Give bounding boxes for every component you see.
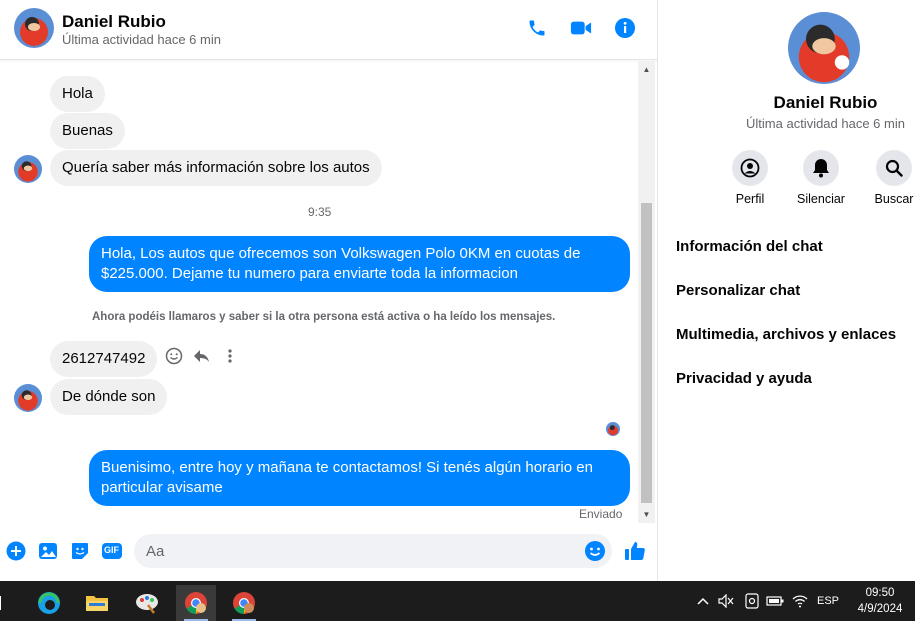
bell-icon [803,150,839,186]
thumbs-up-icon[interactable] [623,539,647,563]
message-bubble[interactable]: 2612747492 [50,341,158,377]
battery-icon[interactable] [766,589,784,613]
meet-now-icon[interactable] [743,589,761,613]
info-contact-name: Daniel Rubio [773,93,878,112]
edge-browser-icon[interactable] [29,585,69,621]
chat-info-link[interactable]: Información del chat [676,238,823,255]
gif-label: GIF [104,545,119,555]
scrollbar[interactable]: ▲ ▼ [638,61,655,523]
clock-time: 09:50 [865,587,895,599]
contact-avatar[interactable] [14,8,54,48]
search-icon [876,150,912,186]
privacy-help-link[interactable]: Privacidad y ayuda [676,370,812,387]
clock-date: 4/9/2024 [857,603,903,615]
conversation-info-panel: Daniel Rubio Última actividad hace 6 min… [657,0,915,581]
scroll-up-button[interactable]: ▲ [638,61,655,78]
profile-label: Perfil [735,192,765,206]
search-button[interactable]: Buscar [859,150,915,206]
clock[interactable]: 09:50 4/9/2024 [850,585,910,617]
media-files-links-link[interactable]: Multimedia, archivos y enlaces [676,326,896,343]
message-bubble[interactable]: Buenas [50,113,125,149]
message-bubble-outgoing[interactable]: Buenisimo, entre hoy y mañana te contact… [89,450,630,506]
message-bubble[interactable]: Hola [50,76,105,112]
windows-taskbar: ESP 09:50 4/9/2024 [0,581,915,621]
phone-icon[interactable] [525,16,549,40]
scroll-down-button[interactable]: ▼ [638,506,655,523]
search-label: Buscar [874,192,914,206]
message-bubble[interactable]: De dónde son [50,379,168,415]
info-icon[interactable] [613,16,637,40]
contact-name[interactable]: Daniel Rubio [62,12,166,32]
message-list[interactable]: Hola Buenas Quería saber más información… [0,61,638,523]
emoji-icon[interactable] [584,540,606,562]
delivery-status: Enviado [579,507,623,521]
mute-button[interactable]: Silenciar [786,150,856,206]
chrome-icon[interactable] [176,585,216,621]
more-icon[interactable] [219,345,241,367]
file-explorer-icon[interactable] [77,585,117,621]
paint-app-icon[interactable] [127,585,167,621]
profile-icon [732,150,768,186]
widgets-icon[interactable] [0,585,10,621]
profile-button[interactable]: Perfil [715,150,785,206]
chevron-up-icon[interactable] [694,589,712,613]
chat-pane: Daniel Rubio Última actividad hace 6 min… [0,0,657,581]
message-input[interactable] [146,534,566,568]
customize-chat-link[interactable]: Personalizar chat [676,282,800,299]
system-notice: Ahora podéis llamaros y saber si la otra… [92,311,556,323]
video-camera-icon[interactable] [569,16,593,40]
info-contact-status: Última actividad hace 6 min [746,116,905,131]
wifi-icon[interactable] [791,589,809,613]
gif-icon[interactable]: GIF [101,540,123,562]
message-timestamp: 9:35 [308,205,332,219]
composer: GIF [0,526,657,581]
mute-label: Silenciar [797,192,845,206]
language-indicator[interactable]: ESP [813,589,843,613]
contact-avatar-small[interactable] [14,384,42,412]
chat-header: Daniel Rubio Última actividad hace 6 min [0,0,657,60]
reply-icon[interactable] [191,345,213,367]
contact-avatar-small[interactable] [14,155,42,183]
scroll-thumb[interactable] [641,203,652,503]
speaker-muted-icon[interactable] [717,589,735,613]
smile-icon[interactable] [163,345,185,367]
plus-icon[interactable] [5,540,27,562]
image-icon[interactable] [37,540,59,562]
message-input-container [134,534,612,568]
sticker-icon[interactable] [69,540,91,562]
message-bubble-outgoing[interactable]: Hola, Los autos que ofrecemos son Volksw… [89,236,630,292]
read-receipt-avatar [606,422,620,436]
chrome-profile-icon[interactable] [224,585,264,621]
message-bubble[interactable]: Quería saber más información sobre los a… [50,150,382,186]
contact-avatar-large[interactable] [788,12,860,84]
contact-status: Última actividad hace 6 min [62,32,221,47]
